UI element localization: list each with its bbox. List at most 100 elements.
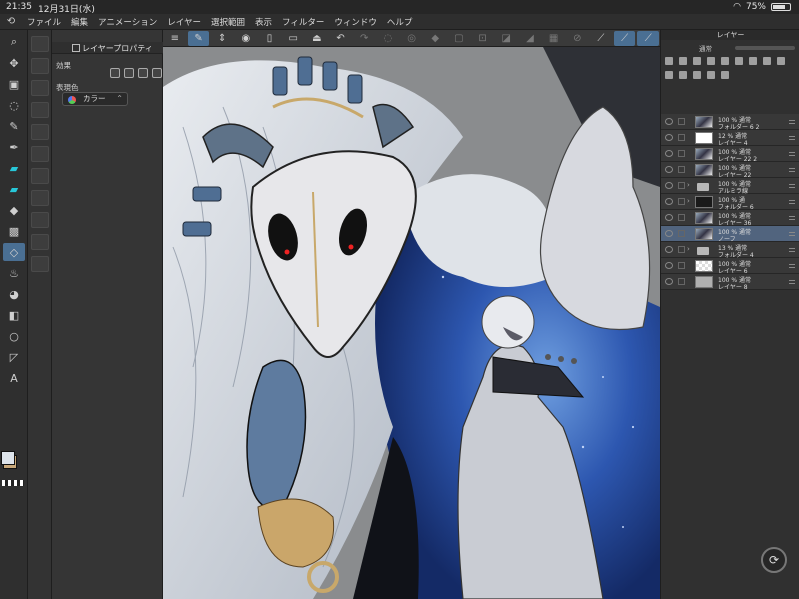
main-color-swatch[interactable]: [1, 451, 15, 465]
lock-alpha-icon[interactable]: [721, 57, 729, 65]
deselect-icon[interactable]: ⊡: [472, 31, 494, 46]
clear-icon[interactable]: ◎: [401, 31, 423, 46]
subtool-11[interactable]: [31, 256, 49, 272]
expand-selection-icon[interactable]: ◢: [519, 31, 541, 46]
visibility-eye-icon[interactable]: [665, 118, 673, 125]
expand-chevron-icon[interactable]: ›: [687, 245, 690, 253]
expand-chevron-icon[interactable]: ›: [687, 181, 690, 189]
ruler-tool-icon[interactable]: ◸: [3, 348, 25, 366]
menu-edit[interactable]: 編集: [66, 16, 93, 28]
decoration-tool-icon[interactable]: ▩: [3, 222, 25, 240]
menu-window[interactable]: ウィンドウ: [329, 16, 382, 28]
tab-layer-property[interactable]: レイヤープロパティ: [52, 42, 163, 54]
chevron-updown-icon[interactable]: ⇕: [211, 31, 233, 46]
undo-icon[interactable]: ↶: [330, 31, 352, 46]
layer-checkbox[interactable]: [678, 166, 685, 173]
save-icon[interactable]: ⏏: [306, 31, 328, 46]
palette-color-icon[interactable]: [763, 57, 771, 65]
blend-mode-select[interactable]: 通常: [699, 43, 712, 53]
transparent-color-swatch[interactable]: [2, 480, 24, 486]
subtool-3[interactable]: [31, 80, 49, 96]
drag-handle-icon[interactable]: [789, 152, 795, 156]
invert-selection-icon[interactable]: ◪: [495, 31, 517, 46]
drag-handle-icon[interactable]: [789, 136, 795, 140]
menu-view[interactable]: 表示: [250, 16, 277, 28]
drag-handle-icon[interactable]: [789, 216, 795, 220]
subtool-1[interactable]: [31, 36, 49, 52]
layer-checkbox[interactable]: [678, 182, 685, 189]
layer-checkbox[interactable]: [678, 150, 685, 157]
visibility-eye-icon[interactable]: [665, 166, 673, 173]
visibility-eye-icon[interactable]: [665, 150, 673, 157]
visibility-eye-icon[interactable]: [665, 214, 673, 221]
drag-handle-icon[interactable]: [789, 200, 795, 204]
subtool-9[interactable]: [31, 212, 49, 228]
clip-icon[interactable]: [665, 57, 673, 65]
transform-icon[interactable]: ▢: [448, 31, 470, 46]
lock-icon[interactable]: [707, 57, 715, 65]
layer-checkbox[interactable]: [678, 246, 685, 253]
open-folder-icon[interactable]: ▭: [282, 31, 304, 46]
ruler-icon[interactable]: [749, 57, 757, 65]
text-tool-icon[interactable]: A: [3, 369, 25, 387]
layer-row[interactable]: 100 % 通常 アルミラ線 ›: [661, 178, 799, 195]
expression-color-select[interactable]: カラー ⌃: [62, 92, 128, 106]
more-icon[interactable]: [721, 70, 729, 79]
menu-file[interactable]: ファイル: [22, 16, 66, 28]
layer-row[interactable]: 100 % 通常 レイヤー 22: [661, 162, 799, 179]
zoom-tool-icon[interactable]: ⌕: [3, 33, 25, 51]
reference-icon[interactable]: [679, 57, 687, 65]
layer-checkbox[interactable]: [678, 214, 685, 221]
menu-filter[interactable]: フィルター: [277, 16, 329, 28]
snap-ruler-icon[interactable]: ⟋: [590, 31, 612, 46]
merge-icon[interactable]: [693, 70, 701, 79]
layer-row[interactable]: 100 % 通フォルダー 6 ›: [661, 194, 799, 211]
layer-row[interactable]: 12 % 通常 レイヤー 4: [661, 130, 799, 147]
visibility-eye-icon[interactable]: [665, 246, 673, 253]
airbrush-tool-icon[interactable]: ◆: [3, 201, 25, 219]
select-all-icon[interactable]: ▦: [543, 31, 565, 46]
drag-handle-icon[interactable]: [789, 264, 795, 268]
lasso-tool-icon[interactable]: ◌: [3, 96, 25, 114]
new-folder-icon[interactable]: [679, 70, 687, 79]
subtool-5[interactable]: [31, 124, 49, 140]
snap-icon[interactable]: ⊘: [566, 31, 588, 46]
visibility-eye-icon[interactable]: [665, 182, 673, 189]
eyedropper-tool-icon[interactable]: ✎: [3, 117, 25, 135]
layer-checkbox[interactable]: [678, 198, 685, 205]
opacity-slider[interactable]: [735, 46, 795, 50]
expand-chevron-icon[interactable]: ›: [687, 197, 690, 205]
extract-line-icon[interactable]: [152, 68, 162, 78]
pencil-tool-icon[interactable]: ▰: [3, 159, 25, 177]
delete-icon[interactable]: [707, 70, 715, 79]
new-raster-icon[interactable]: [777, 57, 785, 65]
tone-effect-icon[interactable]: [124, 68, 134, 78]
menu-layer[interactable]: レイヤー: [162, 16, 206, 28]
visibility-eye-icon[interactable]: [665, 134, 673, 141]
layer-color-icon[interactable]: [138, 68, 148, 78]
layer-checkbox[interactable]: [678, 230, 685, 237]
gradient-tool-icon[interactable]: ◧: [3, 306, 25, 324]
fill-tool-icon[interactable]: ◕: [3, 285, 25, 303]
color-icon[interactable]: ◉: [235, 31, 257, 46]
drag-handle-icon[interactable]: [789, 248, 795, 252]
layer-checkbox[interactable]: [678, 278, 685, 285]
new-vector-icon[interactable]: [665, 70, 673, 79]
drag-handle-icon[interactable]: [789, 232, 795, 236]
layer-row[interactable]: 100 % 通常 レイヤー 6: [661, 258, 799, 275]
figure-tool-icon[interactable]: ○: [3, 327, 25, 345]
draft-icon[interactable]: [693, 57, 701, 65]
blend-tool-icon[interactable]: ♨: [3, 264, 25, 282]
canvas[interactable]: [163, 47, 660, 599]
menu-icon[interactable]: ≡: [164, 31, 186, 46]
layer-checkbox[interactable]: [678, 118, 685, 125]
layer-row[interactable]: 100 % 通常 レイヤー 22 2: [661, 146, 799, 163]
redo-icon[interactable]: ↷: [353, 31, 375, 46]
snap-grid-icon[interactable]: ⟋: [637, 30, 660, 46]
subtool-2[interactable]: [31, 58, 49, 74]
subtool-6[interactable]: [31, 146, 49, 162]
subtool-8[interactable]: [31, 190, 49, 206]
move-tool-icon[interactable]: ✥: [3, 54, 25, 72]
layer-row[interactable]: 100 % 通常 フォルダー 6 2: [661, 114, 799, 131]
menu-selection[interactable]: 選択範囲: [206, 16, 250, 28]
